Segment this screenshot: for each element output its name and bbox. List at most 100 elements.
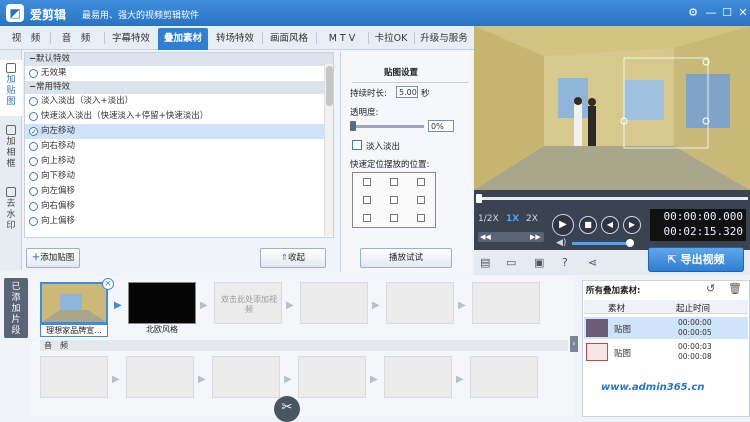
audio-slot[interactable] bbox=[384, 356, 452, 398]
speed-2x[interactable]: 2X bbox=[526, 214, 538, 224]
tab-transition[interactable]: 转场特效 bbox=[210, 28, 260, 50]
audio-slot[interactable] bbox=[212, 356, 280, 398]
tab-audio[interactable]: 音 频 bbox=[52, 28, 100, 50]
effect-item-none[interactable]: 无效果 bbox=[25, 66, 333, 81]
effect-item[interactable]: 向左偏移 bbox=[25, 184, 333, 199]
open-project-icon[interactable]: ▭ bbox=[506, 256, 516, 269]
tab-upgrade[interactable]: 升级与服务 bbox=[416, 28, 472, 50]
radio-icon bbox=[29, 202, 38, 211]
overlay-row-1[interactable]: 贴图 00:00:00 00:00:05 bbox=[584, 317, 748, 339]
column-time: 起止时间 bbox=[676, 304, 711, 314]
panel-toggle-icon[interactable]: › bbox=[570, 336, 578, 352]
effect-item[interactable]: 向右移动 bbox=[25, 139, 333, 154]
side-tab-add-sticker[interactable]: 加贴图 bbox=[0, 60, 22, 116]
next-frame-button[interactable]: ▶ bbox=[623, 216, 641, 234]
effects-scrollbar[interactable] bbox=[324, 64, 333, 236]
side-tab-remove-watermark[interactable]: 去水印 bbox=[0, 184, 22, 240]
title-bar: ◩ 爱剪辑 最易用、强大的视频剪辑软件 ⚙ — ☐ ✕ bbox=[0, 0, 750, 26]
position-top-center[interactable] bbox=[390, 178, 398, 186]
audio-slot[interactable] bbox=[298, 356, 366, 398]
audio-slot[interactable] bbox=[40, 356, 108, 398]
play-button[interactable]: ▶ bbox=[552, 214, 574, 236]
video-preview[interactable] bbox=[474, 26, 750, 190]
timeline-clip-1[interactable] bbox=[40, 282, 108, 324]
effect-item[interactable]: 淡入淡出（淡入+淡出） bbox=[25, 94, 333, 109]
opacity-input[interactable]: 0% bbox=[428, 120, 454, 132]
save-icon[interactable]: ▣ bbox=[534, 256, 544, 269]
progress-track[interactable] bbox=[476, 197, 748, 200]
clip-remove-icon[interactable]: ✕ bbox=[102, 278, 114, 290]
duration-input[interactable]: 5.00 bbox=[396, 86, 418, 98]
minimize-icon[interactable]: — bbox=[704, 6, 718, 20]
effect-item[interactable]: 向上移动 bbox=[25, 154, 333, 169]
side-tab-add-frame[interactable]: 加相框 bbox=[0, 122, 22, 178]
collapse-button[interactable]: ⇑收起 bbox=[260, 248, 326, 268]
position-bottom-right[interactable] bbox=[417, 214, 425, 222]
tab-subtitle[interactable]: 字幕特效 bbox=[106, 28, 156, 50]
export-video-button[interactable]: ⇱ 导出视频 bbox=[648, 247, 744, 272]
effect-item[interactable]: 向下移动 bbox=[25, 169, 333, 184]
position-middle-right[interactable] bbox=[417, 196, 425, 204]
speed-half[interactable]: 1/2X bbox=[478, 214, 499, 224]
tab-video[interactable]: 视 频 bbox=[4, 28, 48, 50]
empty-clip-slot[interactable] bbox=[472, 282, 540, 324]
radio-icon bbox=[29, 97, 38, 106]
help-icon[interactable]: ? bbox=[562, 256, 568, 269]
close-icon[interactable]: ✕ bbox=[736, 6, 750, 20]
scissor-icon[interactable]: ✂ bbox=[274, 396, 300, 422]
effect-item[interactable]: 向左移动 bbox=[25, 124, 333, 140]
add-sticker-button[interactable]: ＋添加贴图 bbox=[26, 248, 80, 268]
effect-item[interactable]: 向上偏移 bbox=[25, 214, 333, 229]
overlay-thumbnail bbox=[586, 343, 608, 361]
forward-icon[interactable]: ▶▶ bbox=[530, 232, 541, 242]
position-middle-left[interactable] bbox=[363, 196, 371, 204]
delete-icon[interactable]: 🗑 bbox=[728, 282, 742, 295]
group-default[interactable]: −默认特效 bbox=[25, 53, 333, 66]
group-common[interactable]: −常用特效 bbox=[25, 81, 333, 94]
empty-clip-slot[interactable] bbox=[300, 282, 368, 324]
maximize-icon[interactable]: ☐ bbox=[720, 6, 734, 20]
clip-arrow-icon: ▶ bbox=[284, 374, 292, 385]
effect-item[interactable]: 向右偏移 bbox=[25, 199, 333, 214]
app-logo-icon: ◩ bbox=[6, 4, 24, 22]
speed-1x[interactable]: 1X bbox=[506, 214, 519, 224]
position-grid bbox=[352, 172, 436, 228]
tab-style[interactable]: 画面风格 bbox=[264, 28, 314, 50]
settings-icon[interactable]: ⚙ bbox=[686, 6, 700, 20]
add-video-slot[interactable]: 双击此处添加视频 bbox=[214, 282, 282, 324]
play-test-button[interactable]: 播放试试 bbox=[360, 248, 452, 268]
opacity-slider-handle[interactable] bbox=[350, 121, 356, 131]
position-bottom-left[interactable] bbox=[363, 214, 371, 222]
effect-item[interactable]: 快速淡入淡出（快速淡入+停留+快速淡出） bbox=[25, 109, 333, 124]
tab-karaoke[interactable]: 卡拉OK bbox=[370, 28, 412, 50]
timeline-clip-2[interactable] bbox=[128, 282, 196, 324]
tab-mtv[interactable]: M T V bbox=[318, 28, 366, 50]
clip-arrow-icon: ▶ bbox=[456, 374, 464, 385]
clip-caption: 理想家品牌宣... bbox=[40, 324, 108, 337]
overlay-row-2[interactable]: 贴图 00:00:03 00:00:08 bbox=[584, 341, 748, 363]
volume-icon[interactable]: ◀) bbox=[556, 238, 566, 248]
opacity-slider-track[interactable] bbox=[352, 125, 424, 128]
export-icon: ⇱ bbox=[667, 253, 681, 266]
effects-list: −默认特效 无效果 −常用特效 淡入淡出（淡入+淡出） 快速淡入淡出（快速淡入+停… bbox=[24, 52, 334, 238]
prev-frame-button[interactable]: ◀ bbox=[601, 216, 619, 234]
audio-slot[interactable] bbox=[470, 356, 538, 398]
audio-slot[interactable] bbox=[126, 356, 194, 398]
clip-arrow-icon: ▶ bbox=[372, 300, 380, 311]
fade-checkbox[interactable] bbox=[352, 140, 362, 150]
undo-icon[interactable]: ↺ bbox=[706, 282, 715, 295]
new-project-icon[interactable]: ▤ bbox=[480, 256, 490, 269]
tab-overlay[interactable]: 叠加素材 bbox=[158, 28, 208, 50]
rewind-icon[interactable]: ◀◀ bbox=[480, 232, 491, 242]
stop-button[interactable]: ■ bbox=[579, 216, 597, 234]
progress-handle[interactable] bbox=[476, 194, 482, 203]
empty-clip-slot[interactable] bbox=[386, 282, 454, 324]
volume-handle[interactable] bbox=[626, 239, 634, 247]
position-top-right[interactable] bbox=[417, 178, 425, 186]
position-bottom-center[interactable] bbox=[390, 214, 398, 222]
scrollbar-thumb[interactable] bbox=[326, 66, 333, 106]
position-top-left[interactable] bbox=[363, 178, 371, 186]
volume-slider[interactable] bbox=[572, 242, 628, 245]
share-icon[interactable]: ⋖ bbox=[588, 256, 597, 269]
position-center[interactable] bbox=[390, 196, 398, 204]
